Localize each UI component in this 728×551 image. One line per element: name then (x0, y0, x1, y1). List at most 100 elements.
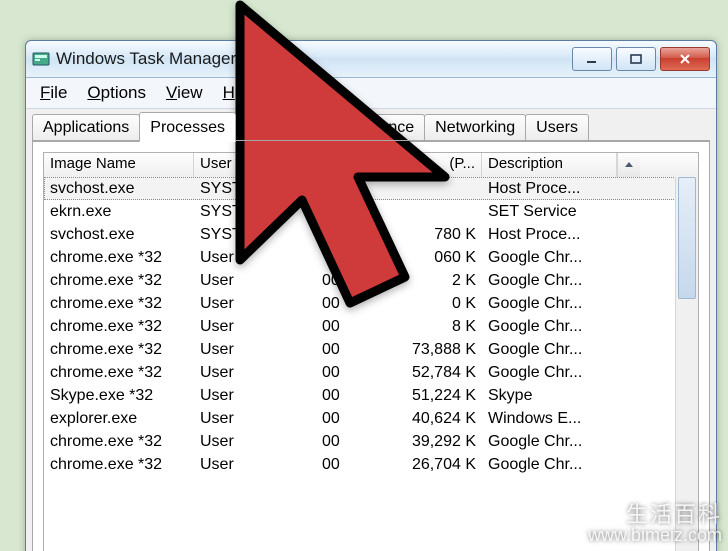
cell: User (194, 433, 316, 451)
cell: Google Chr... (482, 249, 617, 267)
process-list: Image Name User Name (P... Description s… (43, 152, 699, 551)
cell: SYSTEM (194, 226, 316, 244)
cell: User (194, 272, 316, 290)
titlebar[interactable]: Windows Task Manager (26, 41, 716, 78)
cell: User (194, 456, 316, 474)
tab-strip: Applications Processes Services nce Netw… (26, 109, 716, 141)
cell: SYSTEM (194, 203, 316, 221)
table-row[interactable]: chrome.exe *32User008 KGoogle Chr... (44, 315, 698, 338)
cell: User (194, 318, 316, 336)
cell: svchost.exe (44, 180, 194, 198)
cell: 00 (316, 272, 404, 290)
cell: 00 (316, 387, 404, 405)
minimize-button[interactable] (572, 47, 612, 71)
cell: Host Proce... (482, 226, 617, 244)
cell: 00 (316, 410, 404, 428)
cell: 52,784 K (404, 364, 482, 382)
cell: 39,292 K (404, 433, 482, 451)
column-headers: Image Name User Name (P... Description (44, 153, 698, 178)
col-user-name[interactable]: User Name (194, 153, 316, 177)
cell: 40,624 K (404, 410, 482, 428)
col-memory[interactable]: (P... (404, 153, 482, 177)
app-icon (32, 50, 50, 68)
table-row[interactable]: chrome.exe *32User 060 KGoogle Chr... (44, 246, 698, 269)
menu-help[interactable]: Help (215, 80, 266, 106)
cell: Host Proce... (482, 180, 617, 198)
col-cpu[interactable] (316, 153, 404, 177)
table-row[interactable]: explorer.exeUser0040,624 KWindows E... (44, 407, 698, 430)
cell: 2 K (404, 272, 482, 290)
table-row[interactable]: svchost.exeSYSTEM 780 KHost Proce... (44, 223, 698, 246)
tab-services[interactable]: Services (235, 114, 318, 141)
table-row[interactable]: svchost.exeSYSTEM Host Proce... (44, 177, 698, 200)
tab-applications[interactable]: Applications (32, 114, 140, 141)
cell: SYSTEM (194, 180, 316, 198)
tab-processes[interactable]: Processes (139, 112, 236, 142)
cell: Google Chr... (482, 318, 617, 336)
cell: ekrn.exe (44, 203, 194, 221)
cell: svchost.exe (44, 226, 194, 244)
cell: 00 (316, 456, 404, 474)
cell: chrome.exe *32 (44, 295, 194, 313)
table-row[interactable]: ekrn.exeSYSTEM SET Service (44, 200, 698, 223)
tab-networking[interactable]: Networking (424, 114, 526, 141)
cell: 780 K (404, 226, 482, 244)
cell: Google Chr... (482, 456, 617, 474)
process-rows: svchost.exeSYSTEMHost Proce...ekrn.exeSY… (44, 177, 698, 551)
cell: 73,888 K (404, 341, 482, 359)
cell: 00 (316, 364, 404, 382)
tab-users[interactable]: Users (525, 114, 589, 141)
table-row[interactable]: chrome.exe *32User0039,292 KGoogle Chr..… (44, 430, 698, 453)
maximize-button[interactable] (616, 47, 656, 71)
window-title: Windows Task Manager (56, 49, 572, 69)
scroll-up-button[interactable] (617, 153, 640, 177)
cell: User (194, 410, 316, 428)
cell: chrome.exe *32 (44, 433, 194, 451)
menubar: File Options View Help (26, 78, 716, 109)
cell: 00 (316, 433, 404, 451)
cell: User (194, 341, 316, 359)
menu-view[interactable]: View (158, 80, 211, 106)
cell: 0 K (404, 295, 482, 313)
cell: chrome.exe *32 (44, 318, 194, 336)
cell: Google Chr... (482, 295, 617, 313)
cell: 51,224 K (404, 387, 482, 405)
table-row[interactable]: chrome.exe *32User000 KGoogle Chr... (44, 292, 698, 315)
cell: Skype (482, 387, 617, 405)
cell: 00 (316, 295, 404, 313)
cell: User (194, 364, 316, 382)
cell: 26,704 K (404, 456, 482, 474)
cell: User (194, 387, 316, 405)
close-button[interactable] (660, 47, 710, 71)
watermark: 生活百科 www.bimeiz.com (588, 503, 722, 545)
cell: chrome.exe *32 (44, 456, 194, 474)
cell: chrome.exe *32 (44, 364, 194, 382)
cell: chrome.exe *32 (44, 249, 194, 267)
table-row[interactable]: chrome.exe *32User002 KGoogle Chr... (44, 269, 698, 292)
cell: chrome.exe *32 (44, 341, 194, 359)
task-manager-window: Windows Task Manager File Options View H… (25, 40, 717, 551)
window-controls (572, 47, 710, 71)
menu-options[interactable]: Options (79, 80, 154, 106)
tab-performance[interactable]: nce (317, 114, 425, 141)
table-row[interactable]: Skype.exe *32User0051,224 KSkype (44, 384, 698, 407)
vertical-scrollbar[interactable] (675, 177, 698, 551)
table-row[interactable]: chrome.exe *32User0052,784 KGoogle Chr..… (44, 361, 698, 384)
cell: User (194, 295, 316, 313)
table-row[interactable]: chrome.exe *32User0026,704 KGoogle Chr..… (44, 453, 698, 476)
cell: Google Chr... (482, 341, 617, 359)
cell: 060 K (404, 249, 482, 267)
cell: 8 K (404, 318, 482, 336)
tab-content: Image Name User Name (P... Description s… (32, 141, 710, 551)
cell: chrome.exe *32 (44, 272, 194, 290)
cell: 00 (316, 318, 404, 336)
cell: Windows E... (482, 410, 617, 428)
cell: SET Service (482, 203, 617, 221)
cell: User (194, 249, 316, 267)
table-row[interactable]: chrome.exe *32User0073,888 KGoogle Chr..… (44, 338, 698, 361)
menu-file[interactable]: File (32, 80, 75, 106)
col-image-name[interactable]: Image Name (44, 153, 194, 177)
scrollbar-thumb[interactable] (678, 177, 696, 299)
cell: explorer.exe (44, 410, 194, 428)
col-description[interactable]: Description (482, 153, 617, 177)
